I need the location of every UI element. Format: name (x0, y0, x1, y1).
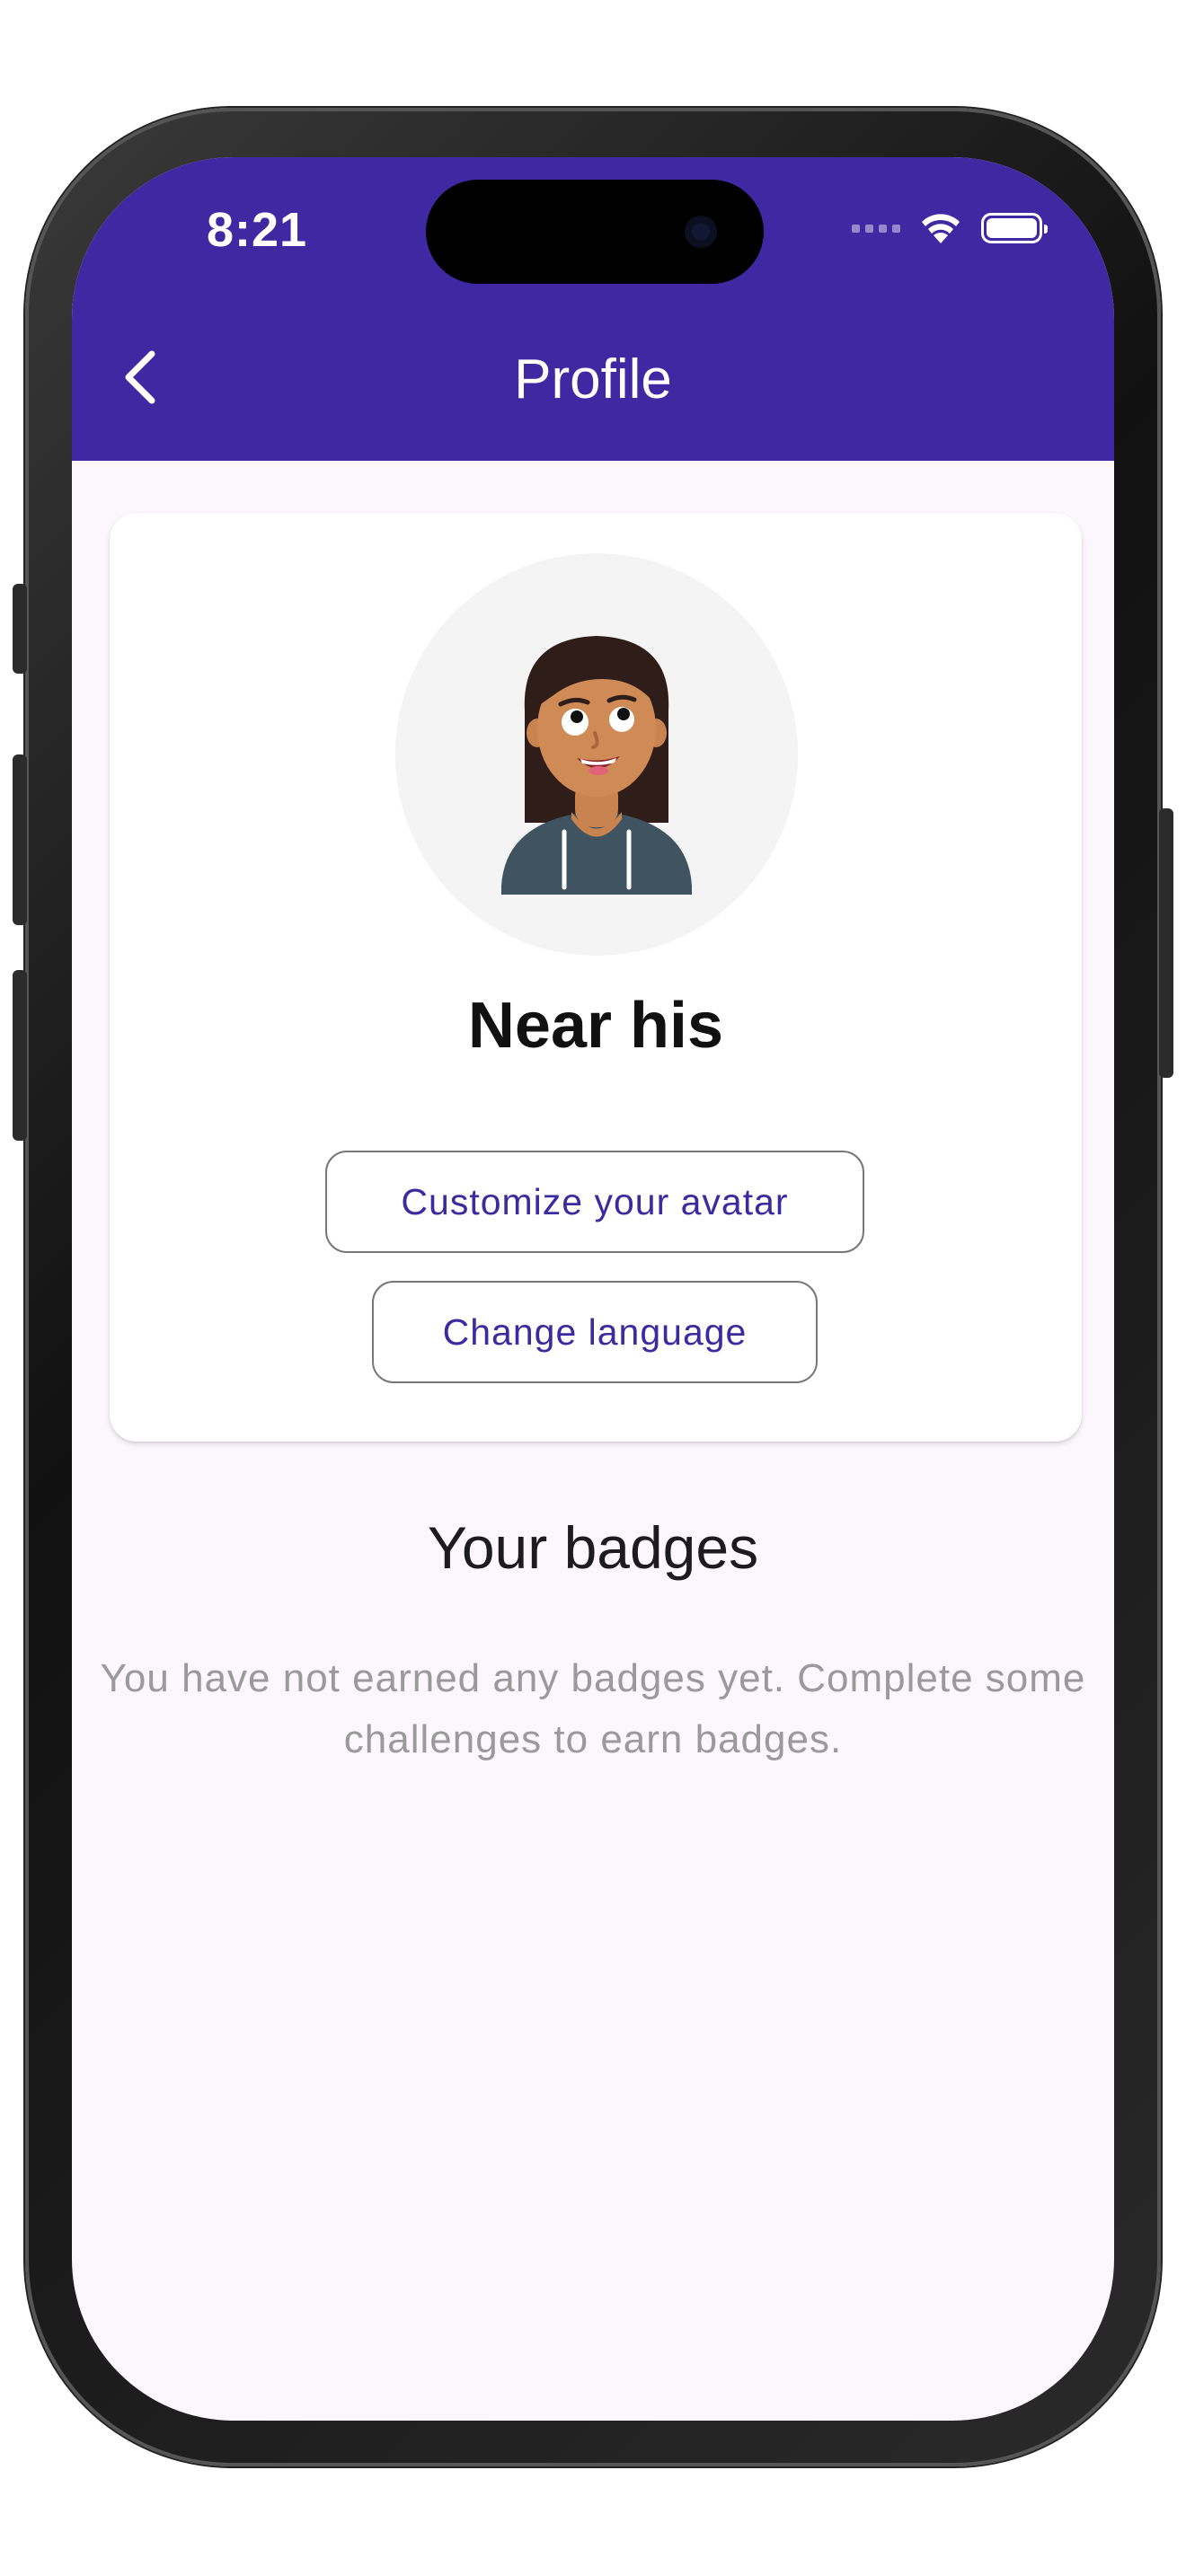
camera-icon (685, 216, 717, 248)
app-bar: 8:21 Profile (72, 157, 1114, 461)
dynamic-island (426, 180, 764, 284)
battery-icon (981, 213, 1048, 243)
volume-up-button (13, 754, 27, 925)
avatar-illustration (501, 636, 692, 895)
avatar (395, 553, 798, 956)
volume-down-button (13, 970, 27, 1141)
action-button (13, 584, 27, 674)
profile-card: Near his Customize your avatar Change la… (110, 513, 1082, 1442)
page-title: Profile (514, 348, 672, 410)
customize-avatar-button[interactable]: Customize your avatar (325, 1151, 864, 1253)
screen: 8:21 Profile Near his Customize your ava… (72, 157, 1114, 2421)
power-button (1159, 808, 1173, 1078)
profile-name: Near his (467, 990, 724, 1062)
status-icons (852, 211, 1048, 245)
wifi-icon (922, 214, 960, 243)
cellular-signal-icon (852, 224, 900, 233)
status-time: 8:21 (207, 203, 308, 257)
change-language-button[interactable]: Change language (372, 1281, 818, 1383)
badges-empty-message: You have not earned any badges yet. Comp… (100, 1656, 1086, 1761)
badges-heading: Your badges (427, 1514, 759, 1581)
